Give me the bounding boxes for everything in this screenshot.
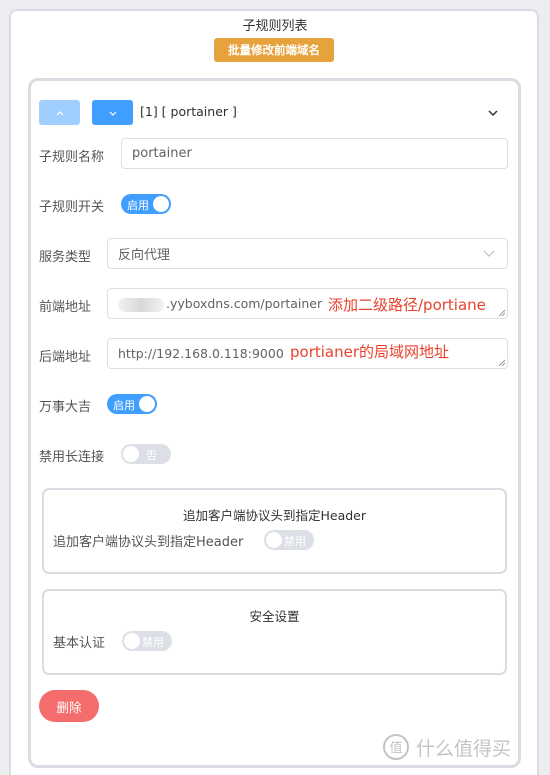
keepalive-switch[interactable]: 否 bbox=[121, 444, 171, 464]
switch-knob bbox=[266, 532, 282, 548]
service-type-label: 服务类型 bbox=[39, 250, 92, 265]
client-header-state-text: 禁用 bbox=[284, 535, 306, 548]
switch-knob bbox=[153, 196, 169, 212]
watermark-text: 什么值得买 bbox=[416, 737, 512, 760]
svg-text:值: 值 bbox=[389, 740, 402, 756]
client-header-label: 追加客户端协议头到指定Header bbox=[53, 535, 244, 550]
client-header-card: 追加客户端协议头到指定Header 追加客户端协议头到指定Header 禁用 bbox=[42, 488, 507, 574]
lucky-switch[interactable]: 启用 bbox=[107, 394, 157, 414]
frontend-address-value: .yyboxdns.com/portainer bbox=[166, 296, 323, 311]
select-chevron-down-icon bbox=[483, 250, 495, 257]
chevron-up-icon bbox=[56, 110, 63, 115]
delete-rule-button[interactable]: 删除 bbox=[39, 690, 99, 722]
resize-grip-icon[interactable] bbox=[498, 359, 505, 366]
frontend-annotation: 添加二级路径/portiane bbox=[328, 296, 486, 314]
keepalive-label: 禁用长连接 bbox=[39, 450, 105, 465]
frontend-address-label: 前端地址 bbox=[39, 300, 92, 315]
rule-title: [1] [ portainer ] bbox=[140, 104, 237, 119]
lucky-state-text: 启用 bbox=[113, 399, 135, 412]
basic-auth-state-text: 禁用 bbox=[142, 636, 164, 649]
name-label: 子规则名称 bbox=[39, 150, 105, 165]
switch-state-text: 启用 bbox=[127, 199, 149, 212]
backend-annotation: portianer的局域网地址 bbox=[290, 343, 450, 361]
collapse-chevron-icon[interactable] bbox=[487, 108, 499, 118]
name-input[interactable]: portainer bbox=[121, 138, 508, 169]
redacted-subdomain bbox=[118, 297, 164, 312]
basic-auth-label: 基本认证 bbox=[53, 636, 106, 651]
move-down-button[interactable] bbox=[92, 100, 133, 125]
watermark: 值 什么值得买 bbox=[382, 733, 511, 761]
batch-edit-frontend-domain-button[interactable]: 批量修改前端域名 bbox=[214, 38, 334, 62]
chevron-down-icon bbox=[109, 111, 116, 116]
security-settings-card: 安全设置 基本认证 禁用 bbox=[42, 589, 507, 675]
basic-auth-switch[interactable]: 禁用 bbox=[122, 631, 172, 651]
keepalive-state-text: 否 bbox=[146, 449, 157, 462]
security-settings-title: 安全设置 bbox=[249, 609, 300, 624]
client-header-switch[interactable]: 禁用 bbox=[264, 530, 314, 550]
section-title: 子规则列表 bbox=[242, 19, 308, 34]
resize-grip-icon[interactable] bbox=[498, 309, 505, 316]
sub-rule-switch[interactable]: 启用 bbox=[121, 194, 171, 214]
switch-knob bbox=[123, 446, 139, 462]
backend-address-label: 后端地址 bbox=[39, 350, 92, 365]
watermark-logo-icon: 值 bbox=[383, 734, 409, 760]
switch-knob bbox=[139, 396, 155, 412]
backend-address-value: http://192.168.0.118:9000 bbox=[118, 346, 284, 361]
lucky-label: 万事大吉 bbox=[39, 400, 92, 415]
service-type-select[interactable]: 反向代理 bbox=[107, 238, 508, 269]
switch-knob bbox=[124, 633, 140, 649]
service-type-value: 反向代理 bbox=[118, 248, 171, 263]
move-up-button[interactable] bbox=[39, 100, 80, 125]
switch-label: 子规则开关 bbox=[39, 200, 105, 215]
client-header-title: 追加客户端协议头到指定Header bbox=[182, 508, 366, 523]
